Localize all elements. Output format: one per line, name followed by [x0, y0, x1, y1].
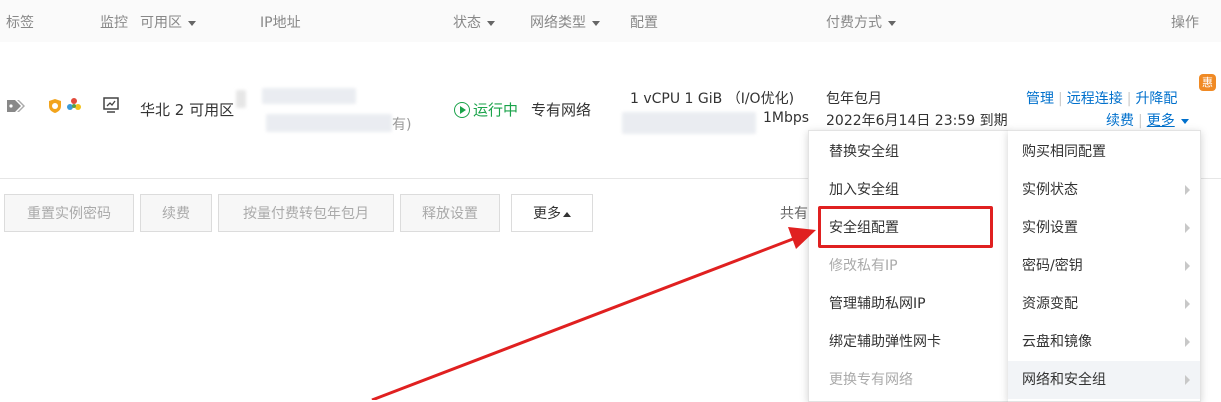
annotation-arrow-icon [371, 227, 816, 400]
arrow-head [788, 227, 816, 249]
arrow-shaft [371, 232, 807, 400]
